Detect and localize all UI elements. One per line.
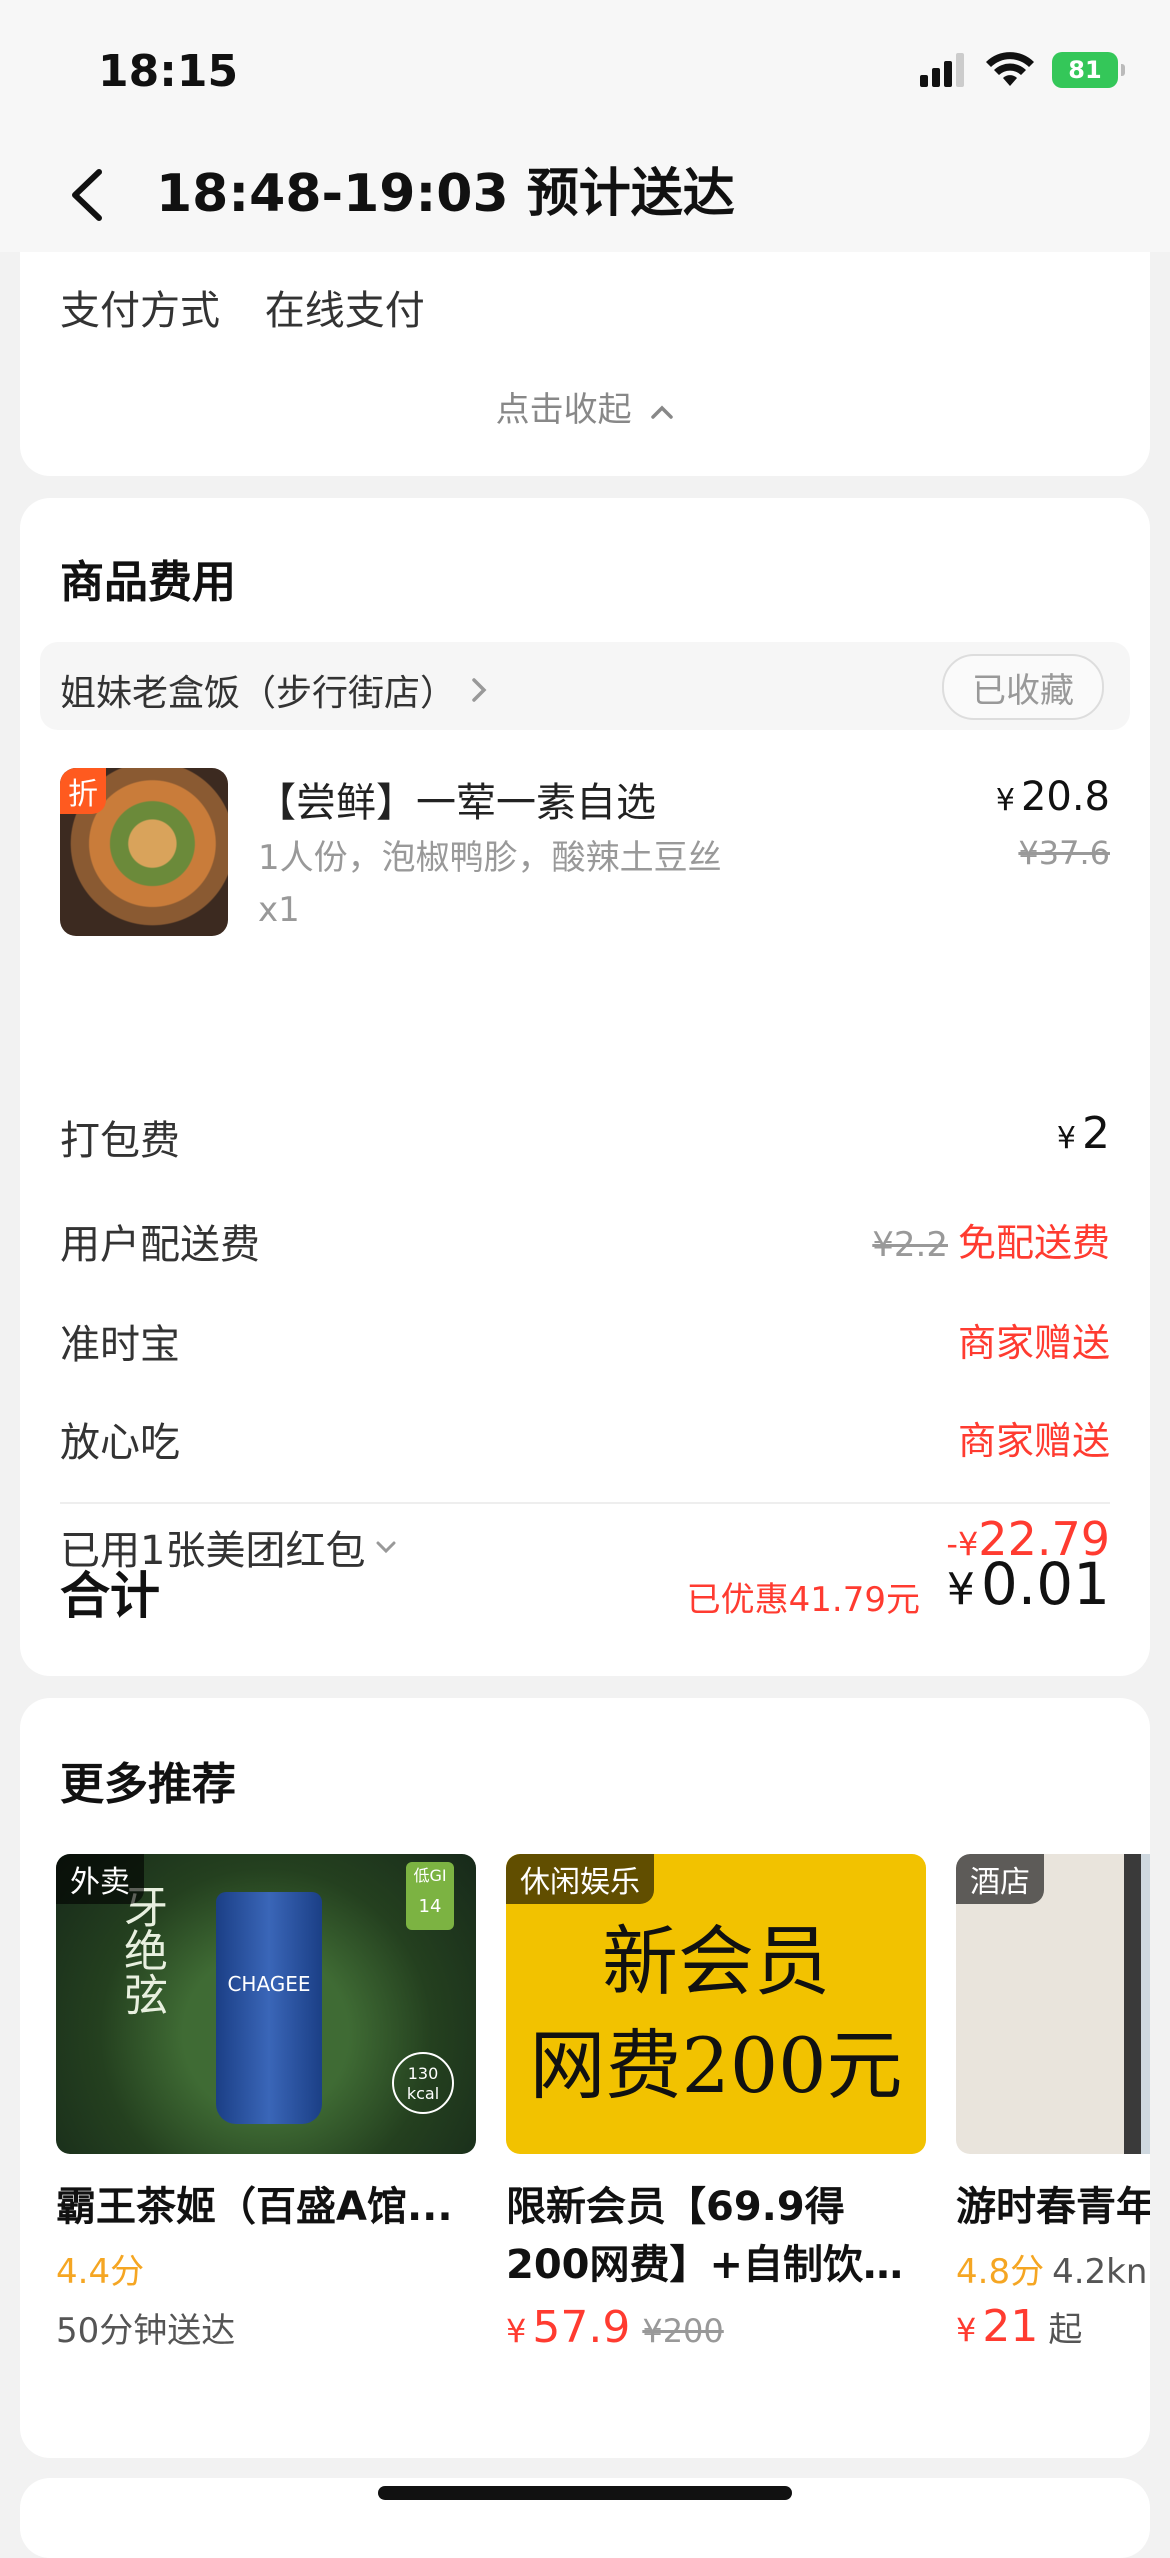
reco-name: 限新会员【69.9得200网费】+自制饮品 爆... (506, 2184, 904, 2288)
cup-brand: CHAGEE (227, 1972, 311, 1996)
collapse-label: 点击收起 (495, 390, 632, 430)
reco-distance: 4.2kn (1052, 2252, 1148, 2292)
signal-icon (920, 53, 964, 87)
delivery-fee-value: ¥2.2 免配送费 (872, 1212, 1110, 1267)
reco-name: 霸王茶姬（百盛A馆... (56, 2184, 453, 2230)
item-quantity: x1 (258, 890, 300, 930)
reco-price-value: 21 (982, 2301, 1039, 2352)
reco-rating: 4.8分 (956, 2252, 1045, 2292)
poster-line-1: 新会员 (602, 1917, 830, 2006)
low-gi-label: 低GI (413, 1866, 447, 1885)
kcal-value: 130 (407, 2064, 439, 2083)
payment-card: 支付方式 在线支付 点击收起 (20, 252, 1150, 476)
safe-eat-label: 放心吃 (60, 1420, 180, 1466)
status-icons: 81 (920, 52, 1125, 88)
payment-row: 支付方式 在线支付 (60, 278, 425, 336)
shop-bar: 姐妹老盒饭（步行街店） 已收藏 (40, 642, 1130, 730)
delivery-fee-original: ¥2.2 (872, 1225, 948, 1265)
poster-char: 弦 (116, 1972, 167, 2016)
wifi-icon (986, 52, 1034, 86)
reco-rating-row: 4.8分 4.2kn (956, 2244, 1150, 2293)
reco-original-price: ¥200 (642, 2312, 724, 2350)
ontime-label: 准时宝 (60, 1322, 180, 1368)
chevron-down-icon (376, 1541, 396, 1554)
favorite-button[interactable]: 已收藏 (942, 654, 1104, 720)
battery-level: 81 (1068, 56, 1102, 84)
shop-link[interactable]: 姐妹老盒饭（步行街店） (60, 664, 488, 716)
low-gi-value: 14 (418, 1896, 442, 1917)
delivery-fee-row: 用户配送费 ¥2.2 免配送费 (60, 1212, 1110, 1272)
reco-price-symbol: ¥ (956, 2311, 977, 2349)
favorite-label: 已收藏 (972, 670, 1074, 711)
cup-graphic: CHAGEE (216, 1892, 322, 2124)
recommend-title: 更多推荐 (60, 1759, 236, 1810)
status-time: 18:15 (98, 46, 239, 97)
home-indicator[interactable] (378, 2486, 792, 2500)
poster-char: 绝 (116, 1928, 167, 1972)
reco-price: ¥21 起 (956, 2301, 1150, 2352)
delivery-fee-free: 免配送费 (957, 1221, 1110, 1265)
reco-name: 游时春青年 (956, 2184, 1150, 2230)
nav-bar: 18:48-19:03 预计送达 (0, 140, 1170, 252)
reco-item-tea[interactable]: 牙绝弦 CHAGEE 低GI 14 130 kcal 外卖 霸王茶姬（百盛A馆.… (56, 1854, 476, 2352)
packing-fee-amount: 2 (1082, 1108, 1110, 1159)
chevron-up-icon (651, 405, 674, 419)
packing-fee-row: 打包费 ¥2 (60, 1108, 1110, 1168)
total-amount: ¥0.01 (947, 1550, 1110, 1618)
payment-label: 支付方式 (60, 288, 220, 334)
safe-eat-value: 商家赠送 (957, 1419, 1110, 1463)
discount-badge: 折 (60, 768, 106, 814)
item-price: ¥20.8 (996, 774, 1110, 820)
packing-fee-label: 打包费 (60, 1118, 180, 1164)
status-bar: 18:15 81 (0, 0, 1170, 140)
packing-fee-symbol: ¥ (1056, 1121, 1076, 1156)
reco-image: 牙绝弦 CHAGEE 低GI 14 130 kcal 外卖 (56, 1854, 476, 2154)
collapse-button[interactable]: 点击收起 (20, 382, 1150, 431)
divider (60, 1502, 1110, 1504)
item-spec: 1人份，泡椒鸭胗，酸辣土豆丝 (258, 838, 722, 878)
page-title: 18:48-19:03 预计送达 (156, 164, 735, 224)
payment-value: 在线支付 (264, 288, 425, 334)
reco-price: ¥57.9 ¥200 (506, 2302, 926, 2353)
ontime-value: 商家赠送 (957, 1321, 1110, 1365)
reco-item-netcafe[interactable]: 新会员 网费200元 休闲娱乐 限新会员【69.9得200网费】+自制饮品 爆.… (506, 1854, 926, 2353)
battery-icon: 81 (1052, 52, 1125, 88)
total-saved: 已优惠41.79元 (686, 1580, 920, 1620)
reco-rating: 4.4分 (56, 2252, 145, 2292)
kcal-badge: 130 kcal (392, 2052, 454, 2114)
reco-price-suffix: 起 (1048, 2310, 1083, 2350)
reco-price-value: 57.9 (532, 2302, 631, 2353)
reco-item-hotel[interactable]: 酒店 游时春青年 4.8分 4.2kn ¥21 起 (956, 1854, 1150, 2352)
reco-tag: 休闲娱乐 (506, 1854, 654, 1904)
low-gi-badge: 低GI 14 (406, 1862, 454, 1930)
shop-name: 姐妹老盒饭（步行街店） (60, 673, 457, 714)
delivery-fee-label: 用户配送费 (60, 1222, 260, 1268)
reco-tag: 酒店 (956, 1854, 1044, 1904)
reco-image: 酒店 (956, 1854, 1150, 2154)
ontime-row: 准时宝 商家赠送 (60, 1312, 1110, 1372)
reco-image: 新会员 网费200元 休闲娱乐 (506, 1854, 926, 2154)
item-name: 【尝鲜】一荤一素自选 (256, 780, 656, 826)
chevron-right-icon (472, 678, 487, 702)
item-price-value: 20.8 (1020, 774, 1110, 820)
reco-tag: 外卖 (56, 1854, 144, 1904)
poster-line-2: 网费200元 (529, 2021, 903, 2110)
item-image[interactable]: 折 (60, 768, 228, 936)
kcal-unit: kcal (406, 2084, 440, 2103)
packing-fee-value: ¥2 (1057, 1108, 1110, 1159)
total-symbol: ¥ (946, 1564, 975, 1615)
fees-title: 商品费用 (60, 557, 236, 608)
fees-card: 商品费用 姐妹老盒饭（步行街店） 已收藏 折 【尝鲜】一荤一素自选 1人份，泡椒… (20, 498, 1150, 1676)
safe-eat-row: 放心吃 商家赠送 (60, 1410, 1110, 1470)
recommend-card: 更多推荐 牙绝弦 CHAGEE 低GI 14 130 kcal 外卖 霸王茶姬（… (20, 1698, 1150, 2458)
reco-price-symbol: ¥ (506, 2312, 527, 2350)
item-price-symbol: ¥ (995, 783, 1015, 818)
total-value: 0.01 (980, 1550, 1110, 1618)
back-button[interactable] (56, 160, 116, 230)
item-original-price: ¥37.6 (1018, 834, 1110, 872)
reco-delivery-time: 50分钟送达 (56, 2311, 236, 2351)
chevron-left-icon (72, 169, 102, 221)
total-label: 合计 (60, 1567, 160, 1625)
